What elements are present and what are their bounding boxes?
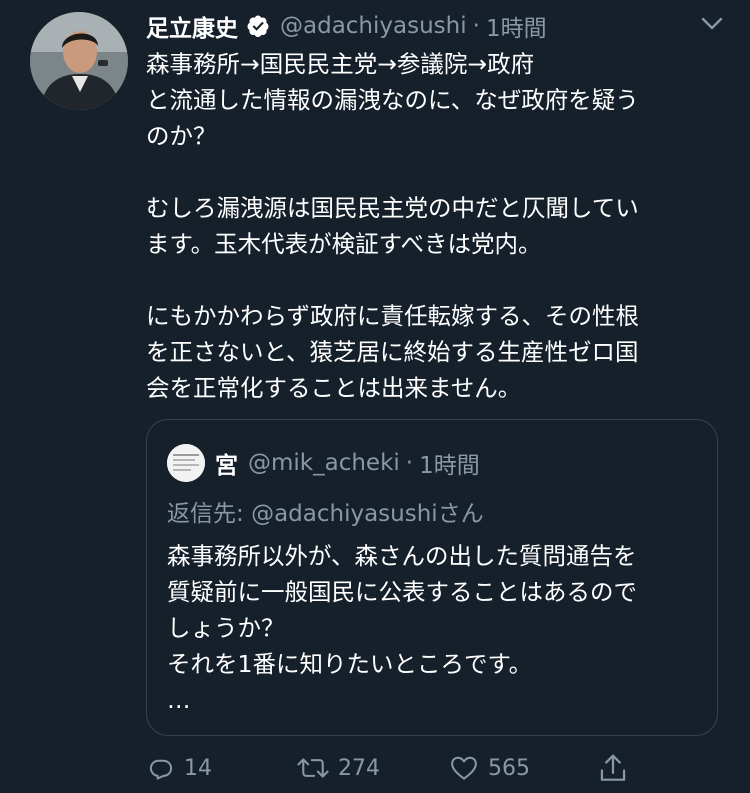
tweet-text-line: と流通した情報の漏洩なのに、なぜ政府を疑う <box>146 86 639 114</box>
quoted-tweet-header: 宮 @mik_acheki · 1時間 <box>167 444 480 482</box>
quoted-author-name: 宮 <box>215 453 238 479</box>
tweet-text-line: ます。玉木代表が検証すべきは党内。 <box>146 230 542 258</box>
tweet-text: 森事務所→国民民主党→参議院→政府 と流通した情報の漏洩なのに、なぜ政府を疑う … <box>146 46 726 406</box>
heart-icon <box>448 753 480 783</box>
tweet-header: 足立康史 @adachiyasushi · 1時間 <box>146 8 547 44</box>
quoted-tweet-text: 森事務所以外が、森さんの出した質問通告を 質疑前に一般国民に公表することはあるの… <box>167 538 707 718</box>
quoted-tweet-timestamp: 1時間 <box>419 453 480 479</box>
quoted-tweet-card[interactable]: 宮 @mik_acheki · 1時間 返信先: @adachiyasushiさ… <box>146 419 718 736</box>
quoted-text-line: 森事務所以外が、森さんの出した質問通告を <box>167 542 637 570</box>
reply-count: 14 <box>184 755 212 781</box>
author-name[interactable]: 足立康史 <box>146 9 238 43</box>
tweet-text-line: にもかかわらず政府に責任転嫁する、その性根 <box>146 302 640 330</box>
retweet-count: 274 <box>338 755 380 781</box>
quoted-text-line: 質疑前に一般国民に公表することはあるので <box>167 578 637 606</box>
tweet-text-line: 森事務所→国民民主党→参議院→政府 <box>146 50 535 78</box>
separator-dot: · <box>405 450 414 476</box>
tweet-text-line <box>146 262 726 298</box>
reply-to-handle[interactable]: @adachiyasushi <box>251 501 438 527</box>
author-handle[interactable]: @adachiyasushi <box>280 13 467 39</box>
separator-dot: · <box>472 13 480 39</box>
reply-button[interactable]: 14 <box>146 748 212 788</box>
quoted-text-line: しょうか？ <box>167 614 285 642</box>
tweet-text-line: を正さないと、猿芝居に終始する生産性ゼロ国 <box>146 338 639 366</box>
quoted-text-ellipsis: … <box>167 686 191 714</box>
tweet-text-line: むしろ漏洩源は国民民主党の中だと仄聞してい <box>146 194 639 222</box>
share-icon <box>598 752 628 784</box>
reply-to-prefix: 返信先: <box>167 501 252 527</box>
retweet-button[interactable]: 274 <box>296 748 380 788</box>
tweet[interactable]: 足立康史 @adachiyasushi · 1時間 森事務所→国民民主党→参議院… <box>0 0 750 793</box>
tweet-text-line: のか？ <box>146 122 217 150</box>
reply-icon <box>146 753 176 783</box>
like-count: 565 <box>488 755 530 781</box>
tweet-text-line: 会を正常化することは出来ません。 <box>146 374 522 402</box>
like-button[interactable]: 565 <box>448 748 530 788</box>
tweet-text-line <box>146 154 726 190</box>
tweet-timestamp[interactable]: 1時間 <box>486 9 547 43</box>
retweet-icon <box>296 753 330 783</box>
author-avatar[interactable] <box>30 12 128 110</box>
verified-badge-icon <box>246 14 270 38</box>
reply-to-line: 返信先: @adachiyasushiさん <box>167 496 484 532</box>
share-button[interactable] <box>598 748 628 788</box>
chevron-down-icon[interactable] <box>698 12 726 36</box>
quoted-author-avatar <box>167 444 205 482</box>
reply-to-suffix: さん <box>437 501 484 527</box>
quoted-author-handle: @mik_acheki <box>248 450 400 476</box>
tweet-actions: 14 274 565 <box>146 748 746 788</box>
quoted-text-line: それを1番に知りたいところです。 <box>167 650 533 678</box>
